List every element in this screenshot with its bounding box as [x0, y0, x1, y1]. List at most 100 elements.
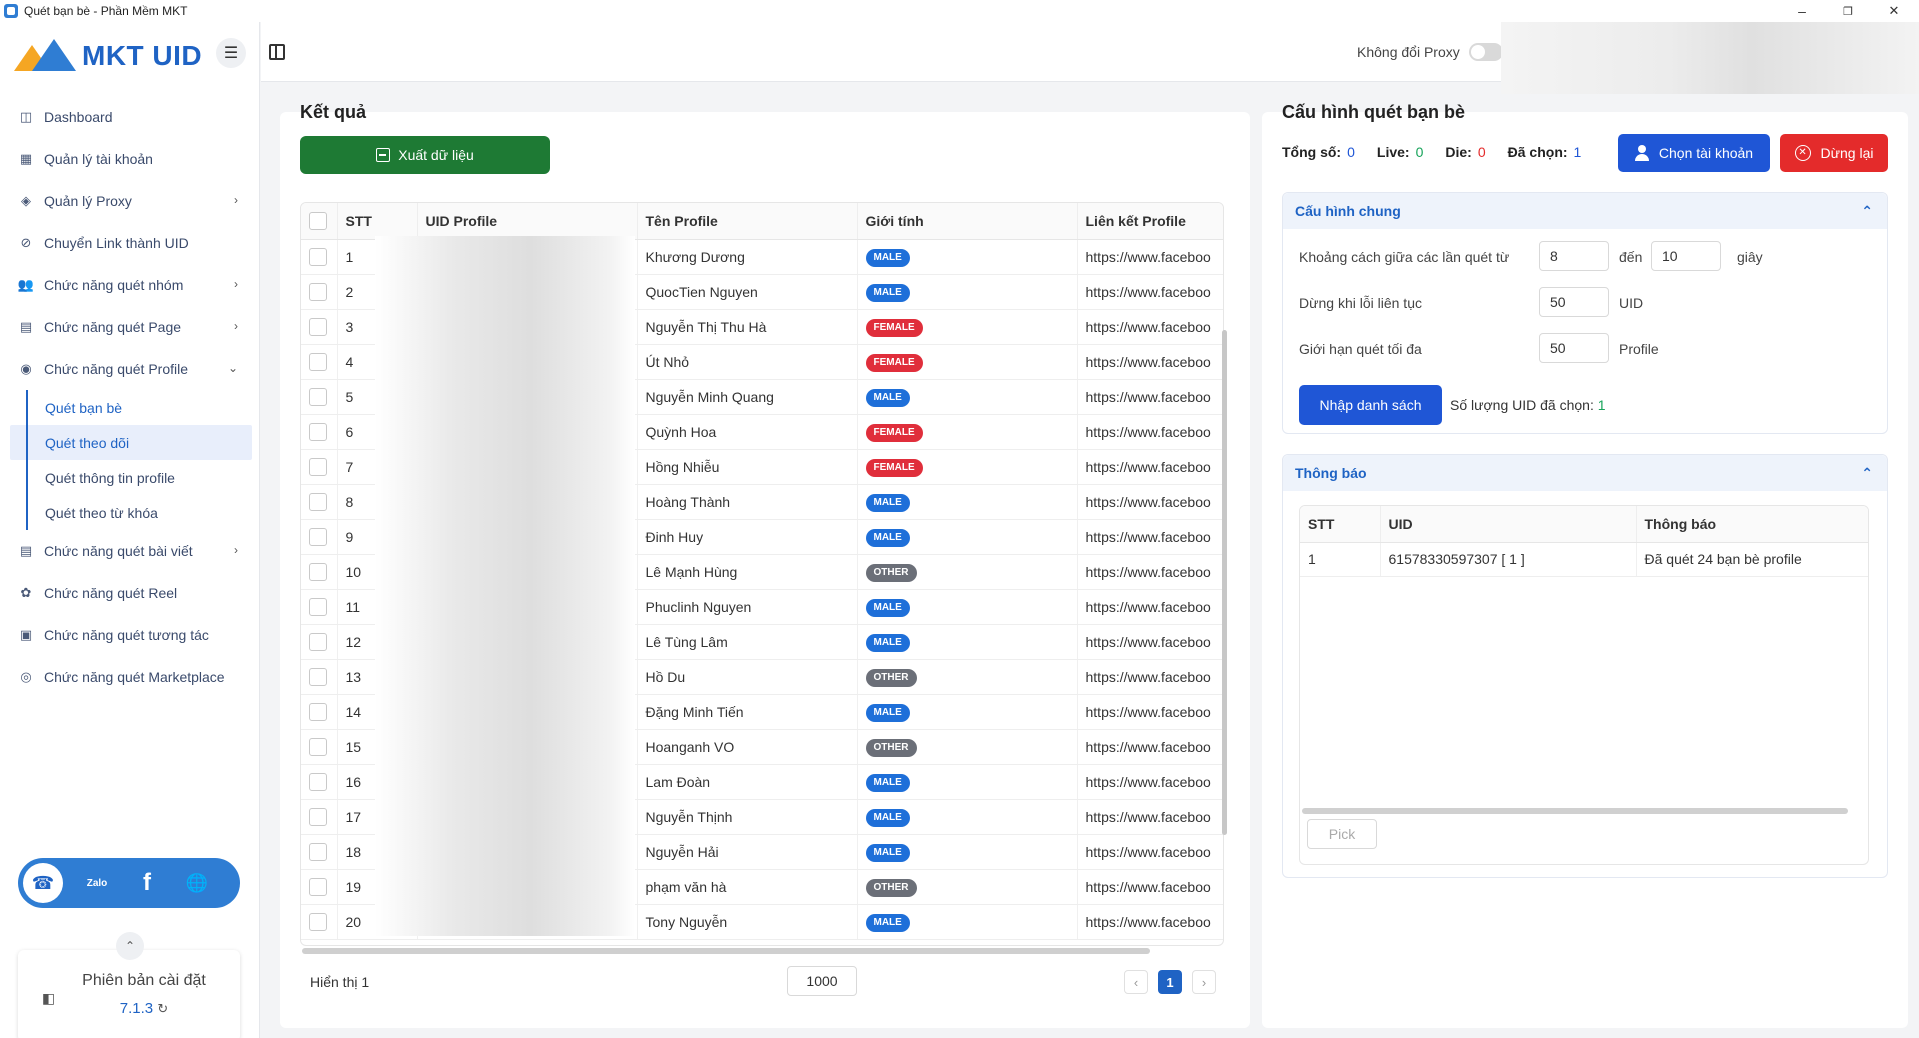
- row-checkbox[interactable]: [309, 702, 327, 721]
- maximize-button[interactable]: ❐: [1825, 0, 1871, 22]
- row-link[interactable]: https://www.faceboo: [1077, 694, 1223, 730]
- row-link[interactable]: https://www.faceboo: [1077, 274, 1223, 310]
- results-vertical-scrollbar[interactable]: [1222, 330, 1227, 835]
- config-panel: Cấu hình quét bạn bè Tổng số: 0 Live: 0 Di…: [1262, 102, 1908, 1028]
- page-size-select[interactable]: 1000: [787, 966, 857, 996]
- layout-toggle-icon[interactable]: [269, 44, 285, 60]
- export-data-button[interactable]: Xuất dữ liệu: [300, 136, 550, 174]
- row-checkbox[interactable]: [309, 737, 327, 756]
- chevron-up-icon[interactable]: ⌃: [1861, 465, 1873, 482]
- interval-to-input[interactable]: 10: [1651, 241, 1721, 271]
- sidebar-item-accounts[interactable]: ▦ Quản lý tài khoản: [0, 138, 260, 180]
- facebook-icon[interactable]: f: [127, 863, 167, 903]
- gender-badge: OTHER: [865, 738, 917, 757]
- menu-toggle-button[interactable]: ☰: [216, 38, 246, 68]
- sidebar-item-proxy[interactable]: ◈ Quản lý Proxy ›: [0, 180, 260, 222]
- sidebar-subitem-profile-info[interactable]: Quét thông tin profile: [0, 460, 260, 495]
- sidebar-subitem-followers[interactable]: Quét theo dõi: [10, 425, 252, 460]
- row-link[interactable]: https://www.faceboo: [1077, 484, 1223, 520]
- sidebar-item-post-scan[interactable]: ▤ Chức năng quét bài viết ›: [0, 530, 260, 572]
- row-link[interactable]: https://www.faceboo: [1077, 904, 1223, 940]
- sidebar-item-label: Quản lý Proxy: [44, 193, 132, 209]
- row-link[interactable]: https://www.faceboo: [1077, 624, 1223, 660]
- row-checkbox[interactable]: [309, 387, 327, 406]
- sidebar-item-link-to-uid[interactable]: ⊘ Chuyển Link thành UID: [0, 222, 260, 264]
- row-name: Hoàng Thành: [637, 484, 858, 520]
- row-link[interactable]: https://www.faceboo: [1077, 379, 1223, 415]
- row-link[interactable]: https://www.faceboo: [1077, 729, 1223, 765]
- import-list-button[interactable]: Nhập danh sách: [1299, 385, 1442, 425]
- notice-header[interactable]: Thông báo ⌃: [1283, 455, 1887, 491]
- row-select-cell: [301, 799, 338, 835]
- zalo-icon[interactable]: Zalo: [77, 863, 117, 903]
- row-link[interactable]: https://www.faceboo: [1077, 834, 1223, 870]
- row-select-cell: [301, 309, 338, 345]
- row-checkbox[interactable]: [309, 597, 327, 616]
- close-button[interactable]: ✕: [1871, 0, 1917, 22]
- stop-error-input[interactable]: 50: [1539, 287, 1609, 317]
- minimize-button[interactable]: –: [1779, 0, 1825, 22]
- gender-badge: MALE: [865, 913, 910, 932]
- row-checkbox[interactable]: [309, 562, 327, 581]
- row-link[interactable]: https://www.faceboo: [1077, 764, 1223, 800]
- row-link[interactable]: https://www.faceboo: [1077, 449, 1223, 485]
- row-checkbox[interactable]: [309, 632, 327, 651]
- notice-horizontal-scrollbar[interactable]: [1302, 808, 1848, 814]
- gender-badge: MALE: [865, 283, 910, 302]
- row-checkbox[interactable]: [309, 317, 327, 336]
- chevron-up-icon[interactable]: ⌃: [1861, 203, 1873, 220]
- proxy-toggle[interactable]: [1469, 43, 1503, 61]
- uid-unit-label: UID: [1619, 295, 1644, 311]
- sidebar-item-page-scan[interactable]: ▤ Chức năng quét Page ›: [0, 306, 260, 348]
- general-config-header[interactable]: Cấu hình chung ⌃: [1283, 193, 1887, 229]
- pick-button[interactable]: Pick: [1307, 819, 1377, 849]
- row-link[interactable]: https://www.faceboo: [1077, 589, 1223, 625]
- max-scan-input[interactable]: 50: [1539, 333, 1609, 363]
- sidebar-item-reel-scan[interactable]: ✿ Chức năng quét Reel: [0, 572, 260, 614]
- row-link[interactable]: https://www.faceboo: [1077, 414, 1223, 450]
- pagination-prev[interactable]: ‹: [1124, 970, 1148, 994]
- choose-account-button[interactable]: Chọn tài khoản: [1618, 134, 1770, 172]
- row-checkbox[interactable]: [309, 527, 327, 546]
- row-checkbox[interactable]: [309, 912, 327, 931]
- row-link[interactable]: https://www.faceboo: [1077, 344, 1223, 380]
- sidebar-item-marketplace-scan[interactable]: ◎ Chức năng quét Marketplace: [0, 656, 260, 698]
- row-checkbox[interactable]: [309, 422, 327, 441]
- row-link[interactable]: https://www.faceboo: [1077, 869, 1223, 905]
- select-all-checkbox[interactable]: [309, 211, 327, 230]
- stop-button[interactable]: ✕ Dừng lại: [1780, 134, 1888, 172]
- submenu-line: [26, 390, 28, 530]
- globe-icon[interactable]: 🌐: [177, 863, 217, 903]
- row-link[interactable]: https://www.faceboo: [1077, 309, 1223, 345]
- sidebar-item-profile-scan[interactable]: ◉ Chức năng quét Profile ⌄: [0, 348, 260, 390]
- row-checkbox[interactable]: [309, 667, 327, 686]
- refresh-icon[interactable]: ↻: [157, 1001, 168, 1016]
- collapse-up-button[interactable]: ⌃: [116, 932, 144, 960]
- row-link[interactable]: https://www.faceboo: [1077, 659, 1223, 695]
- table-row[interactable]: 1 61578330597307 [ 1 ] Đã quét 24 bạn bè…: [1300, 542, 1868, 577]
- pagination-next[interactable]: ›: [1192, 970, 1216, 994]
- row-checkbox[interactable]: [309, 282, 327, 301]
- pagination-page[interactable]: 1: [1158, 970, 1182, 994]
- sidebar-subitem-keyword[interactable]: Quét theo từ khóa: [0, 495, 260, 530]
- sidebar-item-dashboard[interactable]: ◫ Dashboard: [0, 96, 260, 138]
- row-link[interactable]: https://www.faceboo: [1077, 519, 1223, 555]
- sidebar-subitem-friends[interactable]: Quét bạn bè: [0, 390, 260, 425]
- results-horizontal-scrollbar[interactable]: [302, 948, 1150, 954]
- row-link[interactable]: https://www.faceboo: [1077, 799, 1223, 835]
- row-checkbox[interactable]: [309, 492, 327, 511]
- row-link[interactable]: https://www.faceboo: [1077, 239, 1223, 275]
- row-checkbox[interactable]: [309, 807, 327, 826]
- row-checkbox[interactable]: [309, 877, 327, 896]
- interval-from-input[interactable]: 8: [1539, 241, 1609, 271]
- row-checkbox[interactable]: [309, 457, 327, 476]
- sidebar-item-group-scan[interactable]: 👥 Chức năng quét nhóm ›: [0, 264, 260, 306]
- row-checkbox[interactable]: [309, 842, 327, 861]
- row-checkbox[interactable]: [309, 247, 327, 266]
- row-link[interactable]: https://www.faceboo: [1077, 554, 1223, 590]
- support-icon[interactable]: ☎: [23, 863, 63, 903]
- row-checkbox[interactable]: [309, 772, 327, 791]
- notice-section: Thông báo ⌃ STT UID Thông báo 1 615783305…: [1282, 454, 1888, 878]
- row-checkbox[interactable]: [309, 352, 327, 371]
- sidebar-item-interaction-scan[interactable]: ▣ Chức năng quét tương tác: [0, 614, 260, 656]
